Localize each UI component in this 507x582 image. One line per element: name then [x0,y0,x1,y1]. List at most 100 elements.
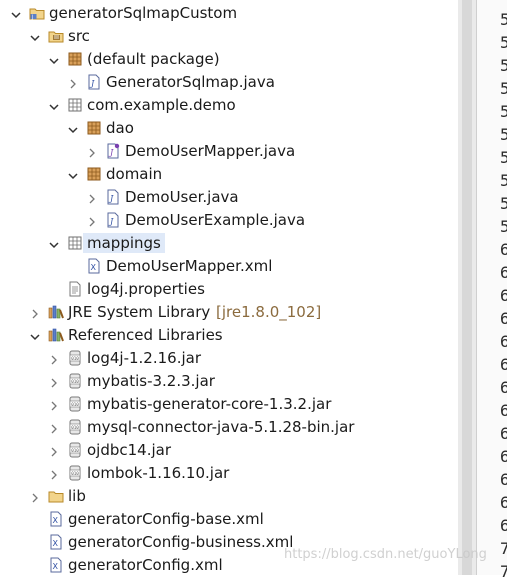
tree-item[interactable]: src [0,25,458,48]
tree-item[interactable]: JRE System Library [jre1.8.0_102] [0,301,458,324]
chevron-down-icon[interactable] [48,53,60,65]
tree-item-label: lombok-1.16.10.jar [87,464,230,482]
scrollbar-thumb[interactable] [462,0,472,575]
tree-item-label: DemoUserMapper.java [125,142,296,160]
tree-item[interactable]: XgeneratorConfig-base.xml [0,508,458,531]
line-number: 6 [500,424,507,443]
svg-text:010: 010 [71,379,79,384]
tree-item[interactable]: J DemoUserExample.java [0,209,458,232]
chevron-right-icon[interactable] [86,145,98,158]
library-icon [48,304,64,320]
tree-item-label: lib [68,487,86,505]
chevron-right-icon[interactable] [48,444,60,457]
chevron-down-icon[interactable] [67,122,79,134]
chevron-down-icon[interactable] [67,168,79,180]
tree-item-label: DemoUserExample.java [125,211,306,229]
line-number: 6 [500,332,507,351]
tree-item[interactable]: 010 mybatis-generator-core-1.3.2.jar [0,393,458,416]
tree-item-label: src [68,27,90,45]
empty-package-icon [67,97,83,113]
chevron-right-icon[interactable] [48,352,60,365]
line-number: 6 [500,401,507,420]
tree-item-label: (default package) [87,50,220,68]
tree-item[interactable]: JgeneratorSqlmapCustom [0,2,458,25]
chevron-down-icon[interactable] [29,30,41,42]
line-number: 6 [500,516,507,535]
package-icon [67,51,83,67]
tree-item[interactable]: 010 lombok-1.16.10.jar [0,462,458,485]
tree-item[interactable]: log4j.properties [0,278,458,301]
chevron-right-icon[interactable] [48,467,60,480]
chevron-right-icon[interactable] [29,490,41,503]
package-icon [86,120,102,136]
chevron-right-icon[interactable] [29,306,41,319]
chevron-down-icon[interactable] [10,7,22,19]
tree-item[interactable]: X DemoUserMapper.xml [0,255,458,278]
tree-item[interactable]: 010 log4j-1.2.16.jar [0,347,458,370]
chevron-down-icon[interactable] [29,329,41,341]
xml-file-icon: X [48,557,64,573]
line-number: 5 [500,194,507,213]
line-number: 5 [500,56,507,75]
tree-item[interactable]: 010 mysql-connector-java-5.1.28-bin.jar [0,416,458,439]
tree-item-label: log4j-1.2.16.jar [87,349,201,367]
chevron-right-icon[interactable] [48,375,60,388]
library-icon [48,327,64,343]
tree-item-label: JRE System Library [68,303,211,321]
project-icon: J [29,5,45,21]
tree-item-label: mysql-connector-java-5.1.28-bin.jar [87,418,355,436]
svg-text:010: 010 [71,448,79,453]
tree-item[interactable]: J DemoUserMapper.java [0,140,458,163]
line-number: 6 [500,355,507,374]
tree-item-label: dao [106,119,134,137]
line-number: 7 [500,562,507,581]
jar-icon: 010 [67,373,83,389]
svg-text:X: X [91,263,97,272]
line-number: 5 [500,125,507,144]
svg-text:X: X [53,539,59,548]
line-number: 5 [500,79,507,98]
xml-file-icon: X [86,258,102,274]
line-number: 6 [500,493,507,512]
jar-icon: 010 [67,419,83,435]
tree-item[interactable]: com.example.demo [0,94,458,117]
java-file-icon: J [86,74,102,90]
chevron-right-icon[interactable] [48,421,60,434]
tree-item-label: DemoUserMapper.xml [106,257,273,275]
java-file-icon: J [105,212,121,228]
properties-file-icon [67,281,83,297]
tree-item[interactable]: lib [0,485,458,508]
tree-item-label: Referenced Libraries [68,326,223,344]
chevron-right-icon[interactable] [67,76,79,89]
chevron-down-icon[interactable] [48,237,60,249]
tree-item[interactable]: (default package) [0,48,458,71]
tree-item-label: domain [106,165,163,183]
tree-item[interactable]: J GeneratorSqlmap.java [0,71,458,94]
line-number: 6 [500,378,507,397]
tree-item-label: generatorSqlmapCustom [49,4,238,22]
tree-item[interactable]: J DemoUser.java [0,186,458,209]
source-folder-icon [48,28,64,44]
java-file-icon: J [105,189,121,205]
watermark: https://blog.csdn.net/guoYLong [284,547,487,562]
chevron-right-icon[interactable] [86,191,98,204]
line-number: 5 [500,171,507,190]
svg-text:X: X [53,562,59,571]
tree-item-label: log4j.properties [87,280,205,298]
chevron-down-icon[interactable] [48,99,60,111]
line-number: 6 [500,240,507,259]
tree-item[interactable]: 010 mybatis-3.2.3.jar [0,370,458,393]
tree-item[interactable]: mappings [0,232,458,255]
tree-item[interactable]: domain [0,163,458,186]
tree-item[interactable]: dao [0,117,458,140]
svg-text:X: X [53,516,59,525]
xml-file-icon: X [48,534,64,550]
chevron-right-icon[interactable] [48,398,60,411]
tree-item-decoration: [jre1.8.0_102] [216,303,322,321]
package-icon [86,166,102,182]
package-explorer-tree: JgeneratorSqlmapCustom src (default packag… [0,0,458,575]
chevron-right-icon[interactable] [86,214,98,227]
svg-text:010: 010 [71,425,79,430]
tree-item[interactable]: Referenced Libraries [0,324,458,347]
tree-item[interactable]: 010 ojdbc14.jar [0,439,458,462]
